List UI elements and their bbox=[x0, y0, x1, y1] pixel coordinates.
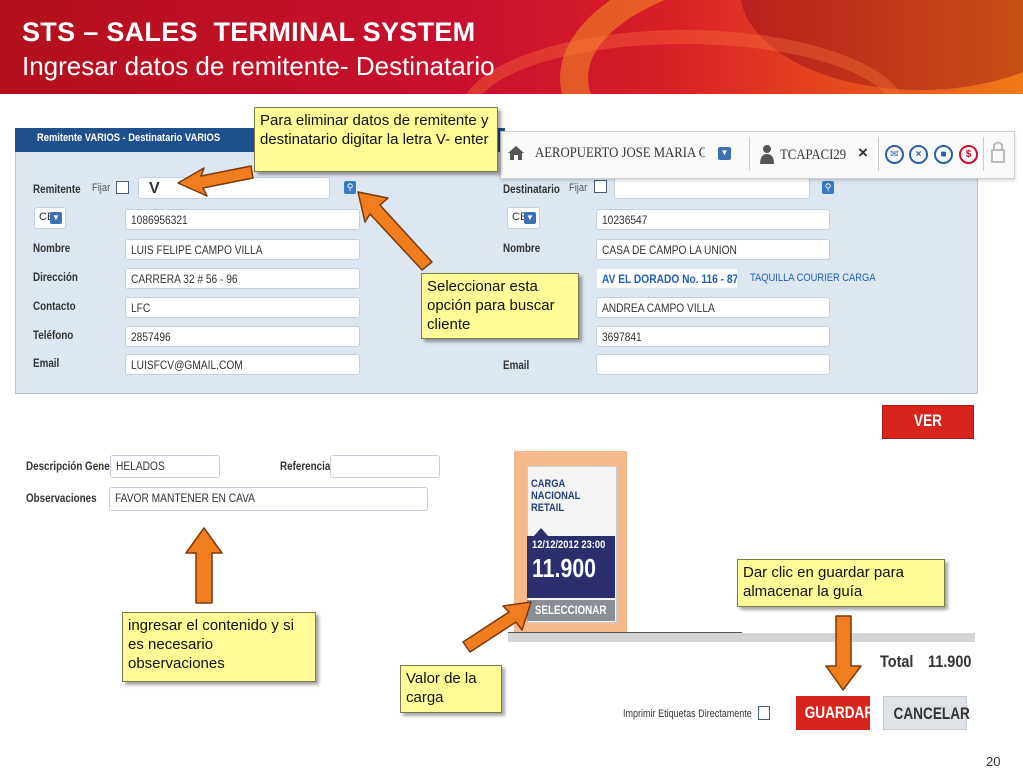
arrow-left-icon bbox=[177, 165, 254, 197]
arrows-layer bbox=[177, 165, 862, 691]
arrow-down-icon bbox=[825, 615, 862, 691]
arrow-up-left-icon bbox=[357, 191, 433, 271]
arrow-up-right-icon bbox=[462, 601, 532, 653]
arrow-up-icon bbox=[185, 527, 223, 604]
page-number: 20 bbox=[986, 754, 1001, 769]
